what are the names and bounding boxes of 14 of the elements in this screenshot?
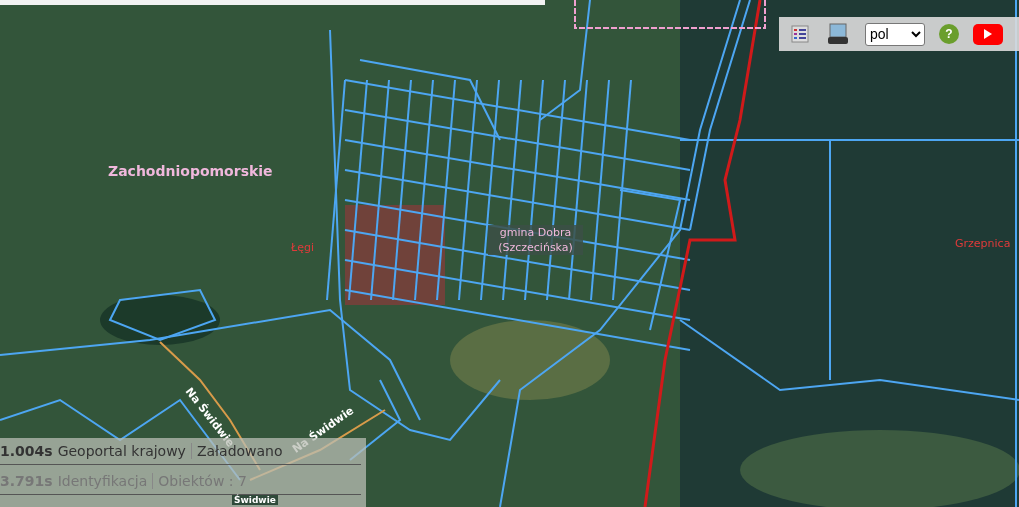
load-time: 1.004s [0,443,53,459]
layer-name: Geoportal krajowy [57,443,192,459]
language-select[interactable]: pol [865,22,925,46]
place-label: Łęgi [291,241,314,254]
wms-button[interactable] [825,21,851,47]
list-icon [791,25,809,43]
legend-button[interactable] [789,23,811,45]
place-label: Zachodniopomorskie [108,163,273,179]
place-label: Grzepnica [955,237,1011,250]
place-label: gmina Dobra (Szczecińska) [488,225,583,255]
monitor-icon [827,23,849,45]
video-button[interactable] [973,23,1003,45]
play-icon [984,29,992,39]
road-label: Świdwie [232,495,278,505]
